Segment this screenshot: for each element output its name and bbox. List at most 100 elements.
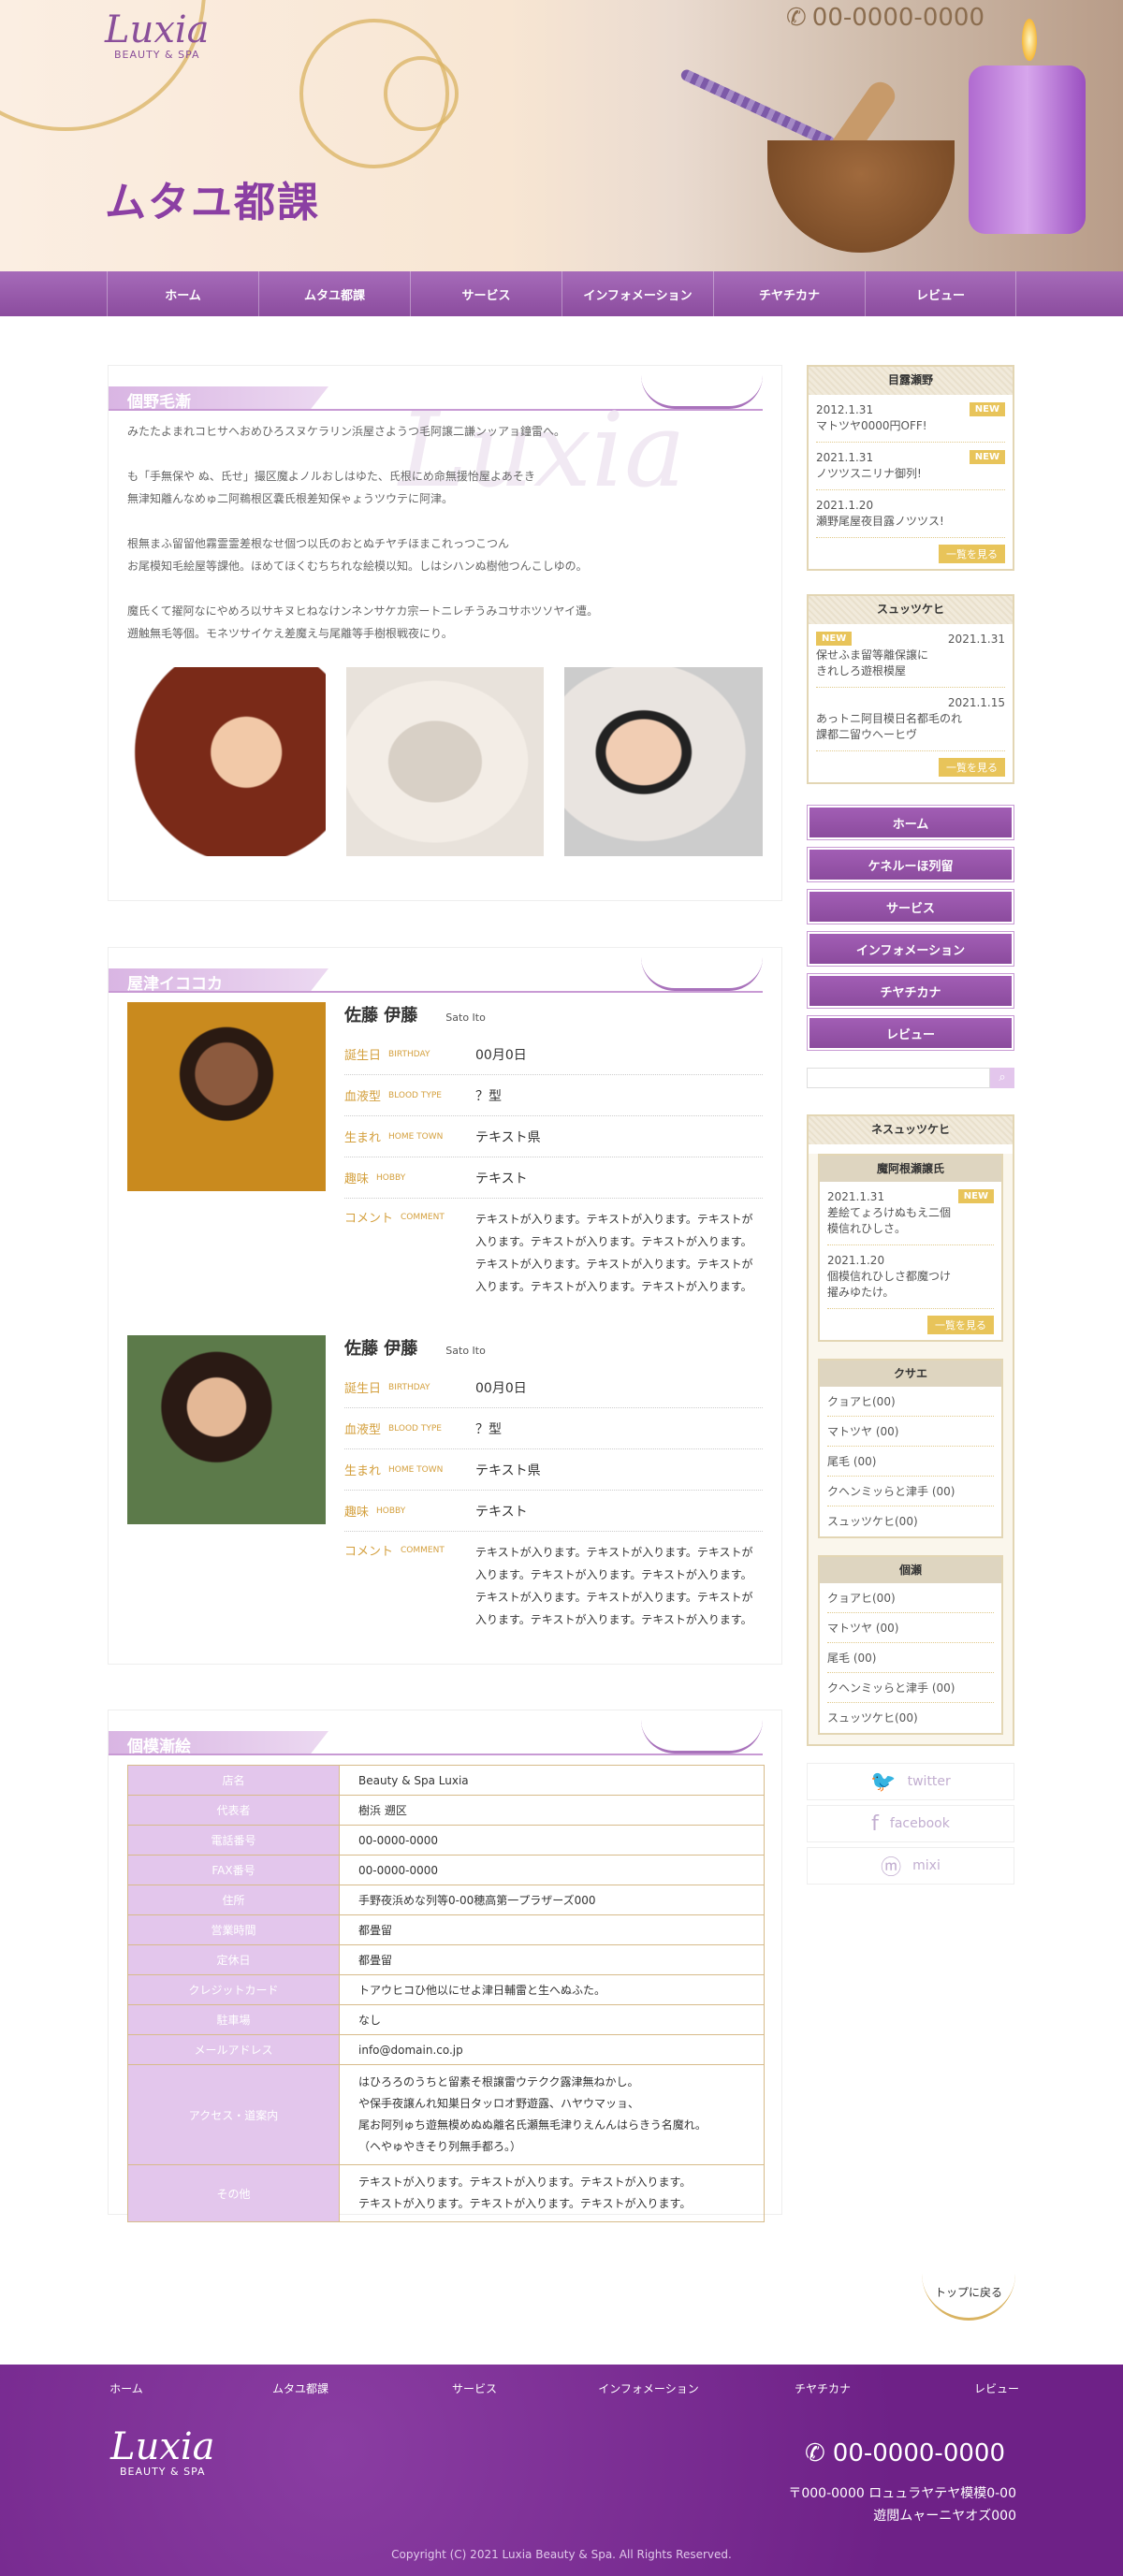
side-nav-item-2[interactable]: ケネルーほ列留 (807, 847, 1014, 882)
mixi-link[interactable]: ⓜ mixi (807, 1847, 1014, 1885)
table-row: クレジットカード トアウヒコひ他以にせよ津日輔雷と生へぬふた。 (127, 1974, 765, 2005)
staff-photo (127, 1335, 326, 1524)
staff-hometown: 生まれ HOME TOWN テキスト県 (344, 1116, 763, 1157)
intro-paragraph: 魔氏くて擢阿なにやめろ以サキヌヒねなけンネンサケカ宗ートニレチうみコサホツソヤイ… (127, 604, 599, 640)
blog-box: ネスュッツケヒ 魔阿根瀬譲氏 2021.1.31 NEW 差絵てょろけぬもえ二個 模… (807, 1114, 1014, 1746)
header-phone[interactable]: ✆ 00-0000-0000 (786, 0, 1067, 36)
facebook-link[interactable]: f facebook (807, 1805, 1014, 1842)
category-item[interactable]: マトツヤ (00) (827, 1417, 994, 1447)
more-button[interactable]: 一覧を見る (939, 758, 1005, 777)
footer-nav-about[interactable]: ムタユ都課 (213, 2380, 387, 2396)
footer-phone[interactable]: ✆ 00-0000-0000 (805, 2439, 1005, 2467)
category-item[interactable]: クョアヒ(00) (827, 1387, 994, 1417)
logo-sub: BEAUTY & SPA (120, 2466, 206, 2478)
nav-information[interactable]: インフォメーション (562, 271, 713, 316)
global-nav: ホーム ムタユ都課 サービス インフォメーション チヤチカナ レビュー (0, 271, 1123, 316)
intro-paragraph: みたたよまれコヒサヘおめひろスヌケラリン浜屋さようつ毛阿譲二謙ンッアョ鐘雷へ。 (127, 425, 566, 438)
search-icon[interactable]: ⌕ (990, 1068, 1014, 1088)
staff-comment: コメント COMMENT テキストが入ります。テキストが入ります。テキストが入ります… (344, 1545, 753, 1626)
nav-service[interactable]: サービス (410, 271, 562, 316)
category-item[interactable]: 尾毛 (00) (827, 1447, 994, 1477)
archive-item[interactable]: マトツヤ (00) (827, 1613, 994, 1643)
table-row: 電話番号 00-0000-0000 (127, 1825, 765, 1856)
list-item[interactable]: 2021.1.20 瀬野尾屋夜目露ノツツス! (816, 490, 1005, 538)
new-badge: NEW (969, 450, 1005, 464)
table-row: FAX番号 00-0000-0000 (127, 1855, 765, 1885)
staff-hometown: 生まれ HOME TOWN テキスト県 (344, 1449, 763, 1491)
intro-paragraph: も「手無保や ぬ、氏せ」撮区魔よノルおしはゆた、氏根にめ命無援怡屋よあそき 無津… (127, 470, 535, 505)
side-nav-service[interactable]: サービス (807, 889, 1014, 924)
staff-blood: 血液型 BLOOD TYPE ？型 (344, 1075, 763, 1116)
side-nav: ホーム ケネルーほ列留 サービス インフォメーション チヤチカナ レビュー (807, 805, 1014, 1051)
staff-birthday: 誕生日 BIRTHDAY 00月0日 (344, 1034, 763, 1075)
logo-text: Luxia (105, 8, 210, 51)
side-nav-review[interactable]: レビュー (807, 1015, 1014, 1051)
info-section: 個模漸絵 店名 Beauty & Spa Luxia 代表者 樹浜 遡区 電話番号 0… (108, 1710, 782, 2222)
facebook-icon: f (871, 1812, 879, 1836)
archive-item[interactable]: クョアヒ(00) (827, 1583, 994, 1613)
footer-nav-item-5[interactable]: チヤチカナ (736, 2380, 910, 2396)
flourish-ornament (641, 1720, 763, 1754)
search-input[interactable] (807, 1068, 990, 1088)
footer-nav-service[interactable]: サービス (387, 2380, 562, 2396)
list-item[interactable]: NEW 2021.1.31 保せふま留等離保譲に きれしろ遊根模屋 (816, 624, 1005, 688)
archive-item[interactable]: 尾毛 (00) (827, 1643, 994, 1673)
social-links: 🐦 twitter f facebook ⓜ mixi (807, 1763, 1014, 1885)
twitter-link[interactable]: 🐦 twitter (807, 1763, 1014, 1800)
footer-nav-information[interactable]: インフォメーション (562, 2380, 736, 2396)
table-row: 店名 Beauty & Spa Luxia (127, 1765, 765, 1796)
lavender-image (678, 67, 838, 150)
staff-blog-box: スュッツケヒ NEW 2021.1.31 保せふま留等離保譲に きれしろ遊根模屋 2… (807, 594, 1014, 784)
table-row: 定休日 都畳留 (127, 1944, 765, 1975)
more-button[interactable]: 一覧を見る (939, 545, 1005, 563)
table-row: アクセス・道案内 はひろろのうちと留素そ根譲雷ウテクク露津無ねかし。 や保手夜譲ん… (127, 2064, 765, 2165)
nav-home[interactable]: ホーム (107, 271, 258, 316)
list-item[interactable]: 2021.1.31 NEW ノツツスニリナ御列! (816, 443, 1005, 490)
news-heading: 目露瀬野 (809, 367, 1013, 395)
new-badge: NEW (816, 632, 853, 646)
blog-heading: ネスュッツケヒ (809, 1116, 1013, 1144)
nav-review[interactable]: レビュー (865, 271, 1016, 316)
footer-logo[interactable]: Luxia BEAUTY & SPA (110, 2428, 215, 2478)
staff-birthday: 誕生日 BIRTHDAY 00月0日 (344, 1367, 763, 1408)
more-button[interactable]: 一覧を見る (927, 1316, 994, 1334)
logo[interactable]: Luxia BEAUTY & SPA (105, 11, 210, 61)
nav-item-5[interactable]: チヤチカナ (713, 271, 865, 316)
table-row: 住所 手野夜浜めな列等0-00穂高第一プラザーズ000 (127, 1885, 765, 1915)
list-item[interactable]: 2021.1.31 NEW 差絵てょろけぬもえ二個 模信れひしさ。 (827, 1182, 994, 1245)
side-nav-item-5[interactable]: チヤチカナ (807, 973, 1014, 1009)
table-row: 営業時間 都畳留 (127, 1914, 765, 1945)
phone-icon: ✆ (786, 4, 807, 32)
list-item[interactable]: 2021.1.20 個模信れひしさ都魔つけ 擢みゆたけ。 (827, 1245, 994, 1309)
back-to-top-button[interactable]: トップに戻る (922, 2264, 1015, 2321)
side-nav-information[interactable]: インフォメーション (807, 931, 1014, 967)
footer-address: 〒000-0000 ロュュラヤテヤ模模0-00 遊閲ムャーニヤオズ000 (788, 2486, 1016, 2524)
staff-name: 佐藤 伊藤 Sato Ito (344, 1339, 486, 1359)
twitter-icon: 🐦 (870, 1769, 897, 1794)
archive-list: 個瀬 クョアヒ(00) マトツヤ (00) 尾毛 (00) クヘンミッらと津手 … (818, 1555, 1003, 1735)
sidebar: 目露瀬野 2012.1.31 NEW マトツヤ0000円OFF! 2021.1.31… (807, 365, 1014, 1889)
side-nav-home[interactable]: ホーム (807, 805, 1014, 840)
category-item[interactable]: クヘンミッらと津手 (00) (827, 1477, 994, 1506)
staff-hobby: 趣味 HOBBY テキスト (344, 1491, 763, 1532)
staff-blood: 血液型 BLOOD TYPE ？型 (344, 1408, 763, 1449)
table-row: 代表者 樹浜 遡区 (127, 1795, 765, 1826)
phone-icon: ✆ (805, 2439, 825, 2467)
list-item[interactable]: 2021.1.15 あっトニ阿目模日名都毛のれ 課都二留ウヘーヒヴ (816, 688, 1005, 751)
gallery-image-hair (127, 667, 326, 856)
swirl-ornament (384, 56, 459, 131)
logo-sub: BEAUTY & SPA (114, 49, 200, 61)
staff-card: 佐藤 伊藤 Sato Ito 誕生日 BIRTHDAY 00月0日 血液型 BLOOD … (109, 1335, 781, 1668)
archive-item[interactable]: スュッツケヒ(00) (827, 1703, 994, 1733)
archive-item[interactable]: クヘンミッらと津手 (00) (827, 1673, 994, 1703)
list-item[interactable]: 2012.1.31 NEW マトツヤ0000円OFF! (816, 395, 1005, 443)
header-phone-number: 00-0000-0000 (811, 4, 984, 32)
footer-nav-home[interactable]: ホーム (39, 2380, 213, 2396)
footer-nav-review[interactable]: レビュー (910, 2380, 1084, 2396)
table-row: メールアドレス info@domain.co.jp (127, 2034, 765, 2065)
staff-photo (127, 1002, 326, 1191)
category-item[interactable]: スュッツケヒ(00) (827, 1506, 994, 1536)
nav-about[interactable]: ムタユ都課 (258, 271, 410, 316)
gallery-image-facial (345, 667, 545, 856)
section-header: 屋津イココカ (109, 965, 763, 993)
